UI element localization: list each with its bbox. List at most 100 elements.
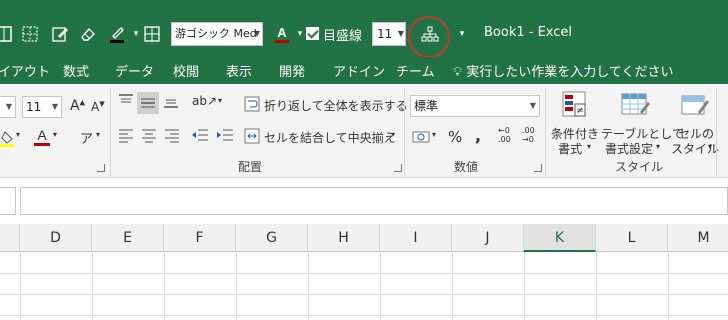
tab-view[interactable]: 表示 (226, 61, 252, 80)
tell-me-box[interactable]: 💡︎ 実行したい作業を入力してください (453, 61, 673, 80)
merge-center-button[interactable]: セルを結合して中央揃え (264, 129, 396, 146)
tab-page-layout[interactable]: イアウト (0, 61, 50, 80)
eraser-icon[interactable] (78, 24, 98, 44)
ribbon-tabs: イアウト 数式 データ 校閲 表示 開発 アドイン チーム 💡︎ 実行したい作業… (0, 57, 728, 84)
decrease-font-icon[interactable]: A▼ (91, 100, 105, 114)
tab-formulas[interactable]: 数式 (63, 61, 89, 80)
border-color-icon[interactable] (108, 24, 128, 44)
comma-style-button[interactable]: , (475, 126, 481, 145)
column-gridline (452, 252, 453, 320)
alignment-dialog-launcher-icon[interactable] (394, 164, 402, 172)
font-size-value: 11 (377, 27, 393, 41)
align-right-icon[interactable] (163, 126, 181, 147)
increase-decimal-icon[interactable]: ←0.00 (498, 126, 511, 144)
name-box[interactable] (0, 187, 16, 215)
gridlines-label: 目盛線 (323, 29, 363, 44)
tab-addins[interactable]: アドイン (333, 61, 385, 80)
chevron-down-icon: ▼ (253, 29, 260, 38)
format-as-table-dropdown-icon[interactable]: ▾ (656, 142, 660, 151)
accounting-format-icon[interactable] (412, 128, 432, 149)
tab-developer[interactable]: 開発 (279, 61, 305, 80)
decrease-indent-icon[interactable] (190, 126, 210, 147)
increase-font-icon[interactable]: A▲ (70, 98, 85, 114)
svg-text:≠: ≠ (576, 106, 584, 116)
column-header-f[interactable]: F (164, 224, 236, 252)
column-header-l[interactable]: L (596, 224, 668, 252)
column-header-g[interactable]: G (236, 224, 308, 252)
edit-form-icon[interactable] (50, 24, 70, 44)
gridlines-icon[interactable] (20, 24, 40, 44)
accounting-dropdown-icon[interactable]: ▾ (432, 130, 436, 139)
ribbon-home: ▼ 11 ▼ A▲ A▼ ▾ A ▾ ア ▾ ab↗︎ ▾ 折り返して全体を表示… (0, 84, 728, 178)
formula-input[interactable] (20, 187, 728, 215)
group-label-alignment: 配置 (238, 160, 263, 174)
lightbulb-icon: 💡︎ (453, 65, 463, 80)
align-left-icon[interactable] (117, 126, 135, 147)
format-as-table-icon[interactable] (620, 90, 650, 120)
column-gridline (164, 252, 165, 320)
svg-text:A: A (277, 25, 287, 40)
column-header-j[interactable]: J (452, 224, 524, 252)
svg-text:A: A (37, 127, 47, 143)
tab-data[interactable]: データ (115, 61, 154, 80)
align-middle-icon[interactable] (137, 92, 159, 114)
format-as-table-label-2[interactable]: 書式設定 (605, 140, 653, 157)
font-name-value: 游ゴシック Med (175, 27, 257, 40)
align-center-icon[interactable] (140, 126, 158, 147)
group-separator (545, 88, 546, 176)
ribbon-font-color-dropdown-icon[interactable]: ▾ (53, 130, 57, 139)
tab-team[interactable]: チーム (396, 61, 435, 80)
fill-color-dropdown-icon[interactable]: ▾ (16, 130, 20, 139)
tab-review[interactable]: 校閲 (173, 61, 199, 80)
ribbon-font-size-select[interactable]: 11 ▼ (22, 96, 62, 118)
gridlines-checkbox[interactable] (306, 27, 319, 40)
annotation-circle (408, 16, 450, 58)
column-gridline (20, 252, 21, 320)
wrap-text-icon[interactable] (244, 96, 260, 115)
column-header-partial[interactable] (0, 224, 20, 252)
conditional-formatting-icon[interactable]: ≠ (560, 90, 590, 120)
column-header-k[interactable]: K (524, 224, 596, 252)
column-header-e[interactable]: E (92, 224, 164, 252)
font-size-select[interactable]: 11 ▼ (372, 22, 406, 46)
all-borders-icon[interactable] (142, 24, 162, 44)
worksheet-grid[interactable]: D E F G H I J K L M (0, 224, 728, 320)
wrap-text-button[interactable]: 折り返して全体を表示する (264, 97, 408, 114)
phonetic-icon[interactable]: ア (80, 128, 93, 147)
column-gridline (380, 252, 381, 320)
row-gridline (0, 294, 728, 295)
orientation-icon[interactable]: ab↗︎ (192, 94, 217, 108)
font-name-partial[interactable]: ▼ (0, 96, 16, 118)
merge-center-icon[interactable] (244, 128, 260, 147)
merge-center-dropdown-icon[interactable]: ▾ (391, 130, 395, 139)
window-title: Book1 - Excel (484, 25, 573, 40)
align-top-icon[interactable] (117, 92, 135, 113)
conditional-formatting-label-2[interactable]: 書式 (558, 140, 582, 157)
cell-styles-dropdown-icon[interactable]: ▾ (708, 142, 712, 151)
borders-icon[interactable] (0, 24, 14, 44)
number-format-select[interactable]: 標準 ▼ (410, 95, 540, 117)
column-header-m[interactable]: M (668, 224, 728, 252)
orientation-dropdown-icon[interactable]: ▾ (218, 96, 222, 105)
conditional-formatting-dropdown-icon[interactable]: ▾ (587, 142, 591, 151)
decrease-decimal-icon[interactable]: .00 →0 (522, 126, 535, 144)
ribbon-font-size-value: 11 (26, 100, 42, 114)
column-header-h[interactable]: H (308, 224, 380, 252)
customize-qat-icon[interactable]: ▾ (452, 24, 472, 44)
font-dialog-launcher-icon[interactable] (97, 164, 105, 172)
column-header-i[interactable]: I (380, 224, 452, 252)
align-bottom-icon[interactable] (162, 92, 180, 113)
font-name-select[interactable]: 游ゴシック Med ▼ (171, 22, 263, 46)
increase-indent-icon[interactable] (215, 126, 235, 147)
number-dialog-launcher-icon[interactable] (534, 164, 542, 172)
chevron-down-icon: ▼ (5, 102, 12, 111)
column-header-d[interactable]: D (20, 224, 92, 252)
font-color-icon[interactable]: A (272, 24, 292, 44)
phonetic-dropdown-icon[interactable]: ▾ (96, 130, 100, 139)
cell-styles-icon[interactable] (680, 90, 710, 120)
group-separator (716, 88, 717, 176)
ribbon-font-color-icon[interactable]: A (32, 126, 52, 151)
tell-me-text: 実行したい作業を入力してください (466, 65, 674, 80)
percent-style-button[interactable]: % (448, 128, 462, 146)
column-gridline (524, 252, 525, 320)
